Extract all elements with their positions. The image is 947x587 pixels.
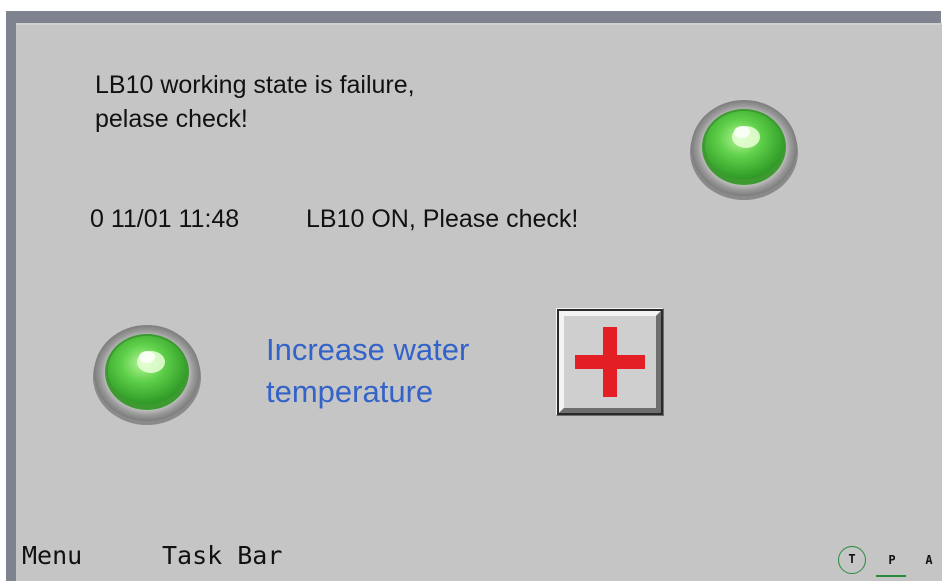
mode-p-indicator[interactable]: P xyxy=(882,546,902,574)
mode-underline xyxy=(876,575,906,577)
mode-t-indicator[interactable]: T xyxy=(838,546,866,574)
menu-button[interactable]: Menu xyxy=(22,541,82,571)
alarm-timestamp: 0 11/01 11:48 xyxy=(90,205,240,233)
mode-a-indicator[interactable]: A xyxy=(919,546,939,574)
increase-temperature-label-line1: Increase water xyxy=(266,332,470,367)
hmi-screen xyxy=(16,23,942,541)
task-bar xyxy=(16,539,942,581)
status-lamp-bottom xyxy=(91,317,203,429)
status-lamp-top xyxy=(688,92,800,204)
failure-message-line1: LB10 working state is failure, xyxy=(95,71,415,99)
lamp-icon xyxy=(93,325,201,425)
task-bar-button[interactable]: Task Bar xyxy=(162,541,282,571)
failure-message-line2: pelase check! xyxy=(95,105,248,133)
plus-icon xyxy=(556,308,664,416)
alarm-message: LB10 ON, Please check! xyxy=(306,205,579,233)
increase-temperature-label-line2: temperature xyxy=(266,374,434,409)
increase-temperature-button[interactable] xyxy=(556,308,664,416)
lamp-icon xyxy=(690,100,798,200)
